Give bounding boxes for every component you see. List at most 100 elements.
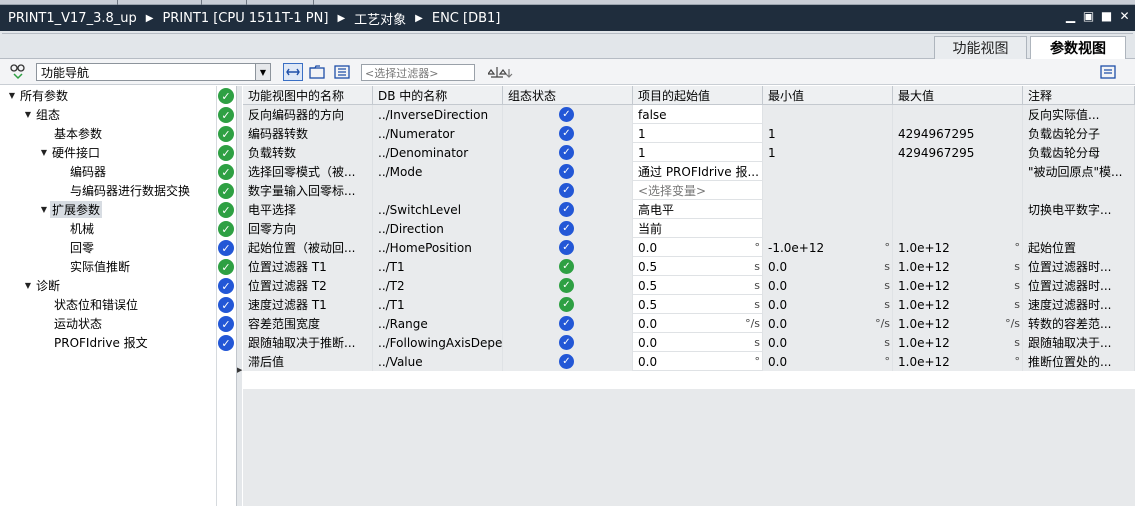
breadcrumb-project[interactable]: PRINT1_V17_3.8_up: [8, 11, 137, 26]
splitter-arrow-icon[interactable]: ▶: [237, 366, 242, 374]
unit-label: °: [1014, 355, 1021, 368]
table-row[interactable]: 电平选择 ../SwitchLevel ✓ 高电平 切换电平数字...: [243, 200, 1135, 219]
unit-label: [763, 143, 893, 162]
pane-splitter[interactable]: ▶: [236, 86, 242, 506]
status-check-icon: ✓: [559, 183, 574, 198]
unit-label: [893, 219, 1023, 238]
tabs-divider: [2, 33, 1133, 34]
header-max-value[interactable]: 最大值: [893, 86, 1023, 105]
unit-label: [633, 181, 763, 200]
maximize-icon[interactable]: ■: [1100, 10, 1113, 23]
unit-label: °: [754, 355, 761, 368]
table-row[interactable]: 负载转数 ../Denominator ✓ 1 1 4294967295 负载齿轮分母: [243, 143, 1135, 162]
header-min-value[interactable]: 最小值: [763, 86, 893, 105]
close-icon[interactable]: ✕: [1118, 10, 1131, 23]
unit-label: [633, 124, 763, 143]
expand-triangle-icon[interactable]: ▼: [22, 110, 34, 119]
table-row[interactable]: 滞后值 ../Value ✓ 0.0 0.0 1.0e+12 推断位置处的... ° ° °: [243, 352, 1135, 371]
header-function-name[interactable]: 功能视图中的名称: [243, 86, 373, 105]
cell-function-name: 负载转数: [243, 143, 373, 162]
table-row[interactable]: 选择回零模式（被... ../Mode ✓ 通过 PROFIdrive 报... "被动…: [243, 162, 1135, 181]
cell-comment: 速度过滤器时...: [1023, 295, 1135, 314]
compare-values-icon[interactable]: [487, 63, 517, 81]
tree-node[interactable]: ▼ 组态 ✓: [0, 105, 240, 124]
tree-node[interactable]: 机械 ✓: [0, 219, 240, 238]
cell-db-name: ../Value: [373, 352, 503, 371]
expand-triangle-icon[interactable]: ▼: [6, 91, 18, 100]
unit-label: [893, 105, 1023, 124]
expand-triangle-icon[interactable]: ▼: [38, 205, 50, 214]
tab-parameter-view[interactable]: 参数视图: [1030, 36, 1126, 59]
expand-triangle-icon[interactable]: ▼: [22, 281, 34, 290]
table-row[interactable]: 位置过滤器 T2 ../T2 ✓ 0.5 0.0 1.0e+12 位置过滤器时... s s s: [243, 276, 1135, 295]
table-row[interactable]: 编码器转数 ../Numerator ✓ 1 1 4294967295 负载齿轮分子: [243, 124, 1135, 143]
tree-node[interactable]: ▼ 硬件接口 ✓: [0, 143, 240, 162]
cell-db-name: ../SwitchLevel: [373, 200, 503, 219]
table-row[interactable]: 跟随轴取决于推断... ../FollowingAxisDepe... ✓ 0.0 0.…: [243, 333, 1135, 352]
header-start-value[interactable]: 项目的起始值: [633, 86, 763, 105]
tab-function-view[interactable]: 功能视图: [934, 36, 1027, 59]
tree-node[interactable]: ▼ 诊断 ✓: [0, 276, 240, 295]
cell-comment: 位置过滤器时...: [1023, 257, 1135, 276]
folder-view-icon[interactable]: [308, 63, 326, 81]
tree-node-label: 组态: [36, 108, 61, 122]
status-ok-icon: ✓: [218, 259, 234, 275]
unit-label: s: [1014, 336, 1020, 349]
breadcrumb-device[interactable]: PRINT1 [CPU 1511T-1 PN]: [162, 11, 328, 26]
cell-config-status: ✓: [503, 295, 633, 314]
tree-node-label: PROFIdrive 报文: [54, 336, 148, 350]
header-db-name[interactable]: DB 中的名称: [373, 86, 503, 105]
chevron-down-icon[interactable]: ▼: [255, 64, 270, 80]
navigation-select[interactable]: 功能导航 ▼: [36, 63, 271, 81]
tree-node[interactable]: 运动状态 ✓: [0, 314, 240, 333]
tree-node[interactable]: 基本参数 ✓: [0, 124, 240, 143]
list-view-icon[interactable]: [333, 63, 351, 81]
minimize-icon[interactable]: ▁: [1064, 10, 1077, 23]
table-row[interactable]: 起始位置（被动回... ../HomePosition ✓ 0.0 -1.0e+12 1.…: [243, 238, 1135, 257]
cell-comment: 转数的容差范...: [1023, 314, 1135, 333]
table-row[interactable]: 反向编码器的方向 ../InverseDirection ✓ false 反向实际值..…: [243, 105, 1135, 124]
expand-columns-icon[interactable]: [283, 63, 303, 81]
status-check-icon: ✓: [218, 297, 234, 313]
navigation-options-icon[interactable]: [8, 63, 30, 81]
status-ok-icon: ✓: [218, 145, 234, 161]
table-row[interactable]: 位置过滤器 T1 ../T1 ✓ 0.5 0.0 1.0e+12 位置过滤器时... s s s: [243, 257, 1135, 276]
tree-node[interactable]: 实际值推断 ✓: [0, 257, 240, 276]
filter-input[interactable]: <选择过滤器>: [361, 64, 475, 81]
status-check-icon: ✓: [559, 221, 574, 236]
unit-label: [763, 219, 893, 238]
cell-db-name: ../FollowingAxisDepe...: [373, 333, 503, 352]
status-check-icon: ✓: [559, 335, 574, 350]
cell-function-name: 起始位置（被动回...: [243, 238, 373, 257]
tree-node[interactable]: PROFIdrive 报文 ✓: [0, 333, 240, 352]
unit-label: [763, 162, 893, 181]
tree-node[interactable]: 编码器 ✓: [0, 162, 240, 181]
unit-label: °: [754, 241, 761, 254]
header-config-status[interactable]: 组态状态: [503, 86, 633, 105]
cell-function-name: 速度过滤器 T1: [243, 295, 373, 314]
cell-config-status: ✓: [503, 257, 633, 276]
cell-function-name: 位置过滤器 T2: [243, 276, 373, 295]
tree-node[interactable]: 状态位和错误位 ✓: [0, 295, 240, 314]
tree-node[interactable]: ▼ 扩展参数 ✓: [0, 200, 240, 219]
table-row[interactable]: 速度过滤器 T1 ../T1 ✓ 0.5 0.0 1.0e+12 速度过滤器时... s s s: [243, 295, 1135, 314]
tree-node[interactable]: 回零 ✓: [0, 238, 240, 257]
cell-comment: 切换电平数字...: [1023, 200, 1135, 219]
table-row[interactable]: 回零方向 ../Direction ✓ 当前: [243, 219, 1135, 238]
cell-db-name: ../InverseDirection: [373, 105, 503, 124]
table-row[interactable]: 数字量输入回零标... ✓ <选择变量>: [243, 181, 1135, 200]
restore-icon[interactable]: ▣: [1082, 10, 1095, 23]
unit-label: °/s: [875, 317, 890, 330]
header-comment[interactable]: 注释: [1023, 86, 1135, 105]
cell-comment: [1023, 181, 1135, 200]
breadcrumb-technology-objects[interactable]: 工艺对象: [354, 9, 406, 28]
tree-node[interactable]: 与编码器进行数据交换 ✓: [0, 181, 240, 200]
cell-db-name: ../HomePosition: [373, 238, 503, 257]
unit-label: [893, 181, 1023, 200]
breadcrumb-object[interactable]: ENC [DB1]: [432, 11, 501, 26]
unit-label: s: [884, 260, 890, 273]
table-row[interactable]: 容差范围宽度 ../Range ✓ 0.0 0.0 1.0e+12 转数的容差范... °/s…: [243, 314, 1135, 333]
snapshot-icon[interactable]: [1098, 63, 1118, 81]
tree-node[interactable]: ▼ 所有参数 ✓: [0, 86, 240, 105]
expand-triangle-icon[interactable]: ▼: [38, 148, 50, 157]
